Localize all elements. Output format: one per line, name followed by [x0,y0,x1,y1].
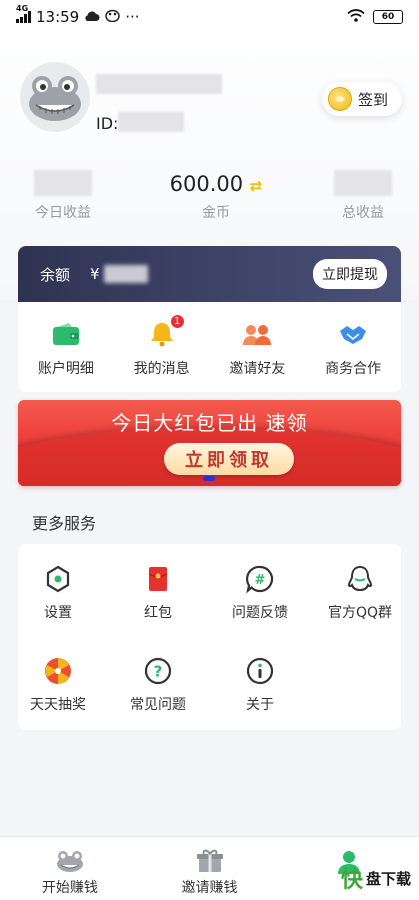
total-earnings-redacted [334,170,392,196]
red-packet-icon [118,564,198,594]
faq-icon: ? [118,656,198,686]
cellular-signal-icon: 4G [16,4,31,23]
quick-action-label: 账户明细 [37,361,94,377]
user-id-redacted [118,112,184,132]
stat-total-earnings[interactable]: 总收益 [303,170,419,222]
quick-action-account-details[interactable]: 账户明细 [18,302,114,392]
service-label: 天天抽奖 [30,697,86,713]
banner-title: 今日大红包已出 速领 [111,411,308,435]
info-icon [220,656,300,686]
svg-text:#: # [255,573,266,588]
frog-avatar-icon [29,76,81,121]
quick-action-business[interactable]: 商务合作 [305,302,401,392]
settings-icon [18,564,98,594]
service-qq-group[interactable]: 官方QQ群 [320,564,400,622]
watermark-text: 盘下载 [365,869,411,888]
people-icon [242,320,272,348]
withdraw-button[interactable]: 立即提现 [313,259,387,289]
battery-icon: 60 [373,10,403,24]
svg-text:?: ? [154,663,163,681]
stat-label: 总收益 [342,205,384,221]
balance-label: 余额 [40,265,71,284]
claim-now-button[interactable]: 立即领取 [164,443,294,475]
clock: 13:59 [36,8,80,26]
quick-action-label: 我的消息 [133,361,190,377]
message-badge: 1 [169,314,185,329]
service-label: 红包 [144,605,172,621]
stat-label: 今日收益 [35,205,91,221]
user-id-label: ID: [96,114,119,133]
carousel-indicator [203,476,215,481]
quick-action-label: 邀请好友 [229,361,286,377]
gift-icon [196,849,223,872]
checkin-label: 签到 [358,90,389,109]
status-bar: 4G 13:59 ··· 60 [0,0,419,34]
quick-action-label: 商务合作 [325,361,382,377]
balance-card: 余额 ¥ 立即提现 [18,246,401,302]
avatar[interactable] [18,60,92,134]
handshake-icon [338,320,368,348]
service-feedback[interactable]: # 问题反馈 [220,564,300,622]
service-about[interactable]: 关于 [220,656,300,714]
checkin-button[interactable]: 签到 [322,82,402,116]
service-label: 问题反馈 [232,605,288,621]
frog-icon [56,851,83,872]
service-red-packet[interactable]: 红包 [118,564,198,622]
service-label: 关于 [246,697,274,713]
service-settings[interactable]: 设置 [18,564,98,622]
service-label: 设置 [44,605,72,621]
feedback-icon: # [220,564,300,594]
username-redacted [96,74,222,94]
nav-start-earning[interactable]: 开始赚钱 [0,837,140,900]
service-label: 常见问题 [130,697,186,713]
service-lottery[interactable]: 天天抽奖 [18,656,98,714]
coins-value: 600.00 [169,172,244,196]
wifi-icon [347,8,365,26]
watermark-logo: 快 [340,868,363,893]
stat-coins[interactable]: 600.00 ⇄ 金币 [156,170,276,222]
quick-action-invite-friends[interactable]: 邀请好友 [210,302,306,392]
nav-invite-earning[interactable]: 邀请赚钱 [140,837,280,900]
quick-actions: 账户明细 1 我的消息 邀请好友 商务合作 [18,302,401,392]
balance-amount-redacted [103,265,148,283]
bell-icon: 1 [147,314,185,348]
red-packet-banner[interactable]: 今日大红包已出 速领 立即领取 [18,400,401,486]
coin-icon [328,87,352,111]
exchange-icon: ⇄ [249,177,263,195]
service-label: 官方QQ群 [327,605,393,621]
cloud-icon [84,8,100,26]
wallet-icon [51,320,81,348]
stat-label: 金币 [202,205,230,221]
quick-action-messages[interactable]: 1 我的消息 [114,302,210,392]
section-title: 更多服务 [32,514,97,533]
nav-label: 邀请赚钱 [181,880,238,896]
qq-icon [320,564,400,594]
more-notifications-icon: ··· [125,8,140,26]
app-notification-icon [105,8,120,26]
stat-today-earnings[interactable]: 今日收益 [3,170,123,222]
service-faq[interactable]: ? 常见问题 [118,656,198,714]
today-earnings-redacted [34,170,92,196]
nav-label: 开始赚钱 [41,880,98,896]
services-grid: 设置 红包 # 问题反馈 官方QQ群 天天抽奖 ? 常见问题 关于 [18,544,401,730]
watermark: 快 盘下载 [341,862,411,894]
currency-symbol: ¥ [90,265,100,283]
lottery-wheel-icon [18,656,98,686]
